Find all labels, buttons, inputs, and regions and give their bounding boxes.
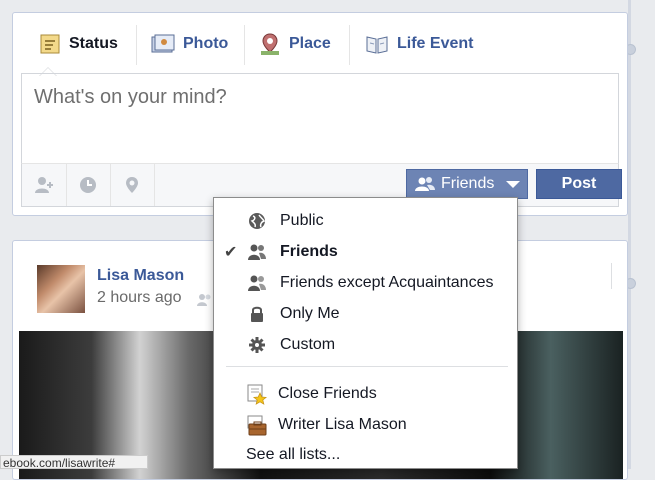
tab-divider xyxy=(349,25,350,65)
status-composer: Status Photo Place Life Event What's on … xyxy=(12,12,628,216)
audience-menu: Public ✔ Friends Friends except Acquaint… xyxy=(213,197,518,469)
friends-icon xyxy=(415,177,435,191)
menu-item-only-me[interactable]: Only Me xyxy=(214,298,517,329)
menu-item-label: Friends xyxy=(280,242,338,260)
menu-item-friends[interactable]: ✔ Friends xyxy=(214,236,517,267)
tab-life-event-label: Life Event xyxy=(397,35,474,52)
tab-status-label: Status xyxy=(69,35,118,52)
menu-item-custom[interactable]: Custom xyxy=(214,329,517,360)
tab-place-label: Place xyxy=(289,35,331,52)
friends-except-icon xyxy=(248,275,266,291)
chevron-down-icon xyxy=(506,180,521,188)
add-location-button[interactable] xyxy=(110,164,155,206)
menu-divider xyxy=(226,366,508,367)
menu-item-public[interactable]: Public xyxy=(214,205,517,236)
menu-item-label: Writer Lisa Mason xyxy=(278,415,407,433)
menu-item-close-friends[interactable]: Close Friends xyxy=(214,378,517,409)
tab-divider xyxy=(136,25,137,65)
tag-friends-button[interactable] xyxy=(22,164,67,206)
life-event-icon xyxy=(366,36,388,54)
story-options-divider xyxy=(611,263,612,289)
menu-item-writer-lisa-mason[interactable]: Writer Lisa Mason xyxy=(214,409,517,440)
menu-item-label: Only Me xyxy=(280,304,340,322)
add-date-button[interactable] xyxy=(66,164,111,206)
place-icon xyxy=(261,33,279,55)
menu-item-label: Friends except Acquaintances xyxy=(280,273,494,291)
status-icon xyxy=(40,34,60,54)
gear-icon xyxy=(249,337,265,353)
audience-selector-label: Friends xyxy=(441,175,495,192)
tab-status[interactable]: Status xyxy=(39,13,118,75)
author-name[interactable]: Lisa Mason xyxy=(97,267,184,285)
tab-life-event[interactable]: Life Event xyxy=(365,13,473,75)
photo-icon xyxy=(151,34,175,53)
menu-item-label: Custom xyxy=(280,335,336,353)
status-input[interactable]: What's on your mind? xyxy=(21,73,619,165)
tab-place[interactable]: Place xyxy=(259,13,331,75)
menu-item-see-all-lists[interactable]: See all lists... xyxy=(214,439,517,470)
clock-icon xyxy=(80,177,96,193)
checkmark-icon: ✔ xyxy=(224,244,238,261)
friends-icon xyxy=(248,244,266,260)
menu-item-label: Public xyxy=(280,211,324,229)
audience-icon xyxy=(197,294,211,306)
menu-item-friends-except-acquaintances[interactable]: Friends except Acquaintances xyxy=(214,267,517,298)
briefcase-icon xyxy=(247,415,267,436)
audience-selector-button[interactable]: Friends xyxy=(406,169,528,199)
post-button[interactable]: Post xyxy=(536,169,622,199)
avatar[interactable] xyxy=(37,265,85,313)
globe-icon xyxy=(249,213,266,229)
menu-item-label: See all lists... xyxy=(246,445,341,463)
tab-photo[interactable]: Photo xyxy=(151,13,228,75)
timeline-spine xyxy=(628,0,631,469)
star-list-icon xyxy=(247,384,268,405)
status-input-placeholder: What's on your mind? xyxy=(34,86,227,108)
post-timestamp[interactable]: 2 hours ago xyxy=(97,289,182,307)
tag-friends-icon xyxy=(35,177,53,193)
location-pin-icon xyxy=(126,177,138,193)
tab-photo-label: Photo xyxy=(183,35,229,52)
lock-icon xyxy=(251,306,263,322)
menu-item-label: Close Friends xyxy=(278,384,377,402)
tab-divider xyxy=(244,25,245,65)
browser-status-bar: ebook.com/lisawrite# xyxy=(0,455,148,469)
